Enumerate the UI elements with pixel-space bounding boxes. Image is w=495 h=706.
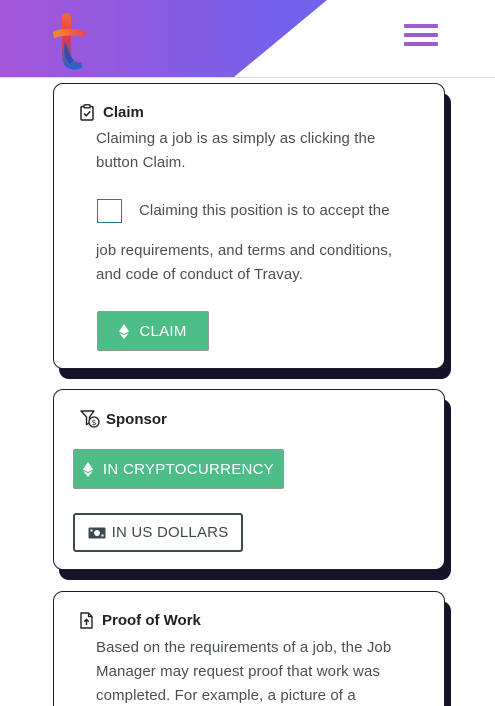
proof-title: Proof of Work — [102, 612, 201, 629]
clipboard-check-icon — [80, 104, 94, 121]
svg-text:$: $ — [92, 418, 97, 427]
proof-description: Based on the requirements of a job, the … — [96, 639, 392, 704]
sponsor-card-body: $ Sponsor IN CRYPTOCURRENCY IN US DOLLAR… — [53, 389, 445, 570]
claim-heading: Claim — [80, 104, 144, 121]
sponsor-usd-label: IN US DOLLARS — [111, 524, 229, 541]
ethereum-icon — [119, 323, 130, 339]
proof-of-work-card: Proof of Work Based on the requirements … — [53, 591, 451, 706]
travay-logo[interactable] — [50, 12, 90, 70]
claim-card-body: Claim Claiming a job is as simply as cli… — [53, 83, 445, 369]
claim-title: Claim — [103, 104, 144, 121]
sponsor-usd-button[interactable]: IN US DOLLARS — [73, 513, 243, 552]
dollar-filter-icon: $ — [80, 410, 100, 428]
claim-card: Claim Claiming a job is as simply as cli… — [53, 83, 451, 381]
sponsor-crypto-button[interactable]: IN CRYPTOCURRENCY — [73, 449, 284, 489]
claim-description: Claiming a job is as simply as clicking … — [96, 130, 376, 171]
ethereum-icon — [82, 461, 93, 477]
claim-button[interactable]: CLAIM — [97, 311, 209, 351]
proof-of-work-card-body: Proof of Work Based on the requirements … — [53, 591, 445, 706]
app-header — [0, 0, 495, 78]
sponsor-card: $ Sponsor IN CRYPTOCURRENCY IN US DOLLAR… — [53, 389, 451, 581]
file-upload-icon — [80, 612, 93, 629]
accept-terms-checkbox[interactable] — [97, 199, 122, 223]
sponsor-crypto-label: IN CRYPTOCURRENCY — [102, 460, 275, 478]
hamburger-menu-icon[interactable] — [404, 24, 440, 48]
claim-button-label: CLAIM — [139, 322, 187, 340]
banknote-icon — [88, 527, 106, 539]
proof-heading: Proof of Work — [80, 612, 201, 629]
sponsor-heading: $ Sponsor — [80, 410, 167, 428]
terms-text: job requirements, and terms and conditio… — [96, 242, 393, 283]
accept-terms-label: Claiming this position is to accept the — [139, 202, 390, 219]
sponsor-title: Sponsor — [106, 410, 167, 428]
